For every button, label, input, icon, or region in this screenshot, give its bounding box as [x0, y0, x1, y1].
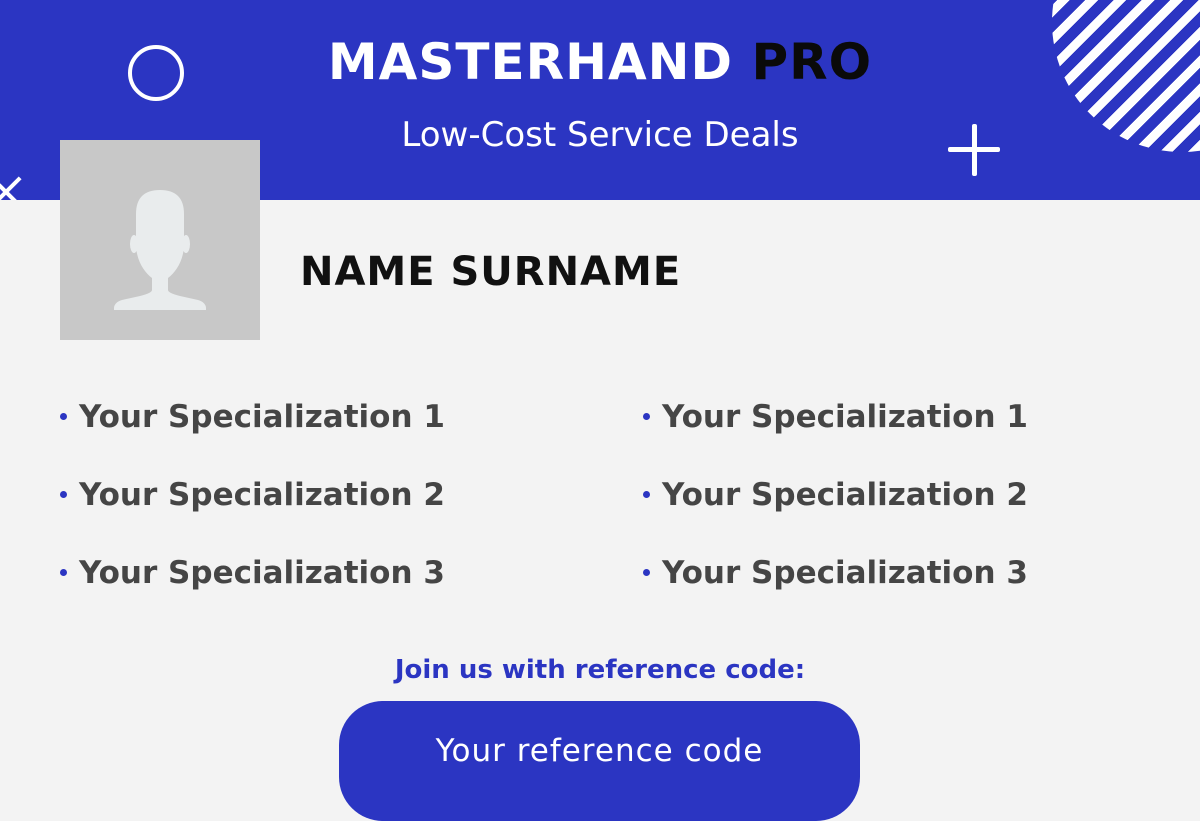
bullet-icon — [60, 569, 67, 576]
specialization-label: Your Specialization 3 — [79, 555, 445, 591]
person-silhouette-icon — [114, 190, 206, 310]
specialization-label: Your Specialization 2 — [662, 477, 1028, 513]
close-icon — [0, 172, 26, 200]
bullet-icon — [60, 491, 67, 498]
specialization-label: Your Specialization 1 — [79, 399, 445, 435]
specialization-list-right: Your Specialization 1 Your Specializatio… — [643, 393, 1028, 627]
list-item: Your Specialization 2 — [60, 471, 445, 549]
bullet-icon — [643, 413, 650, 420]
list-item: Your Specialization 3 — [643, 549, 1028, 627]
avatar — [60, 140, 260, 340]
reference-code-button[interactable]: Your reference code — [339, 701, 860, 821]
brand-suffix: PRO — [751, 33, 873, 91]
bullet-icon — [60, 413, 67, 420]
brand-title: MASTERHAND PRO — [0, 28, 1200, 96]
reference-code-label: Join us with reference code: — [394, 655, 806, 685]
list-item: Your Specialization 2 — [643, 471, 1028, 549]
specialization-list-left: Your Specialization 1 Your Specializatio… — [60, 393, 445, 627]
specialization-label: Your Specialization 1 — [662, 399, 1028, 435]
person-name: NAME SURNAME — [300, 249, 682, 295]
list-item: Your Specialization 1 — [643, 393, 1028, 471]
list-item: Your Specialization 3 — [60, 549, 445, 627]
specialization-label: Your Specialization 2 — [79, 477, 445, 513]
brand-name: MASTERHAND — [327, 33, 734, 91]
bullet-icon — [643, 569, 650, 576]
list-item: Your Specialization 1 — [60, 393, 445, 471]
specialization-label: Your Specialization 3 — [662, 555, 1028, 591]
bullet-icon — [643, 491, 650, 498]
